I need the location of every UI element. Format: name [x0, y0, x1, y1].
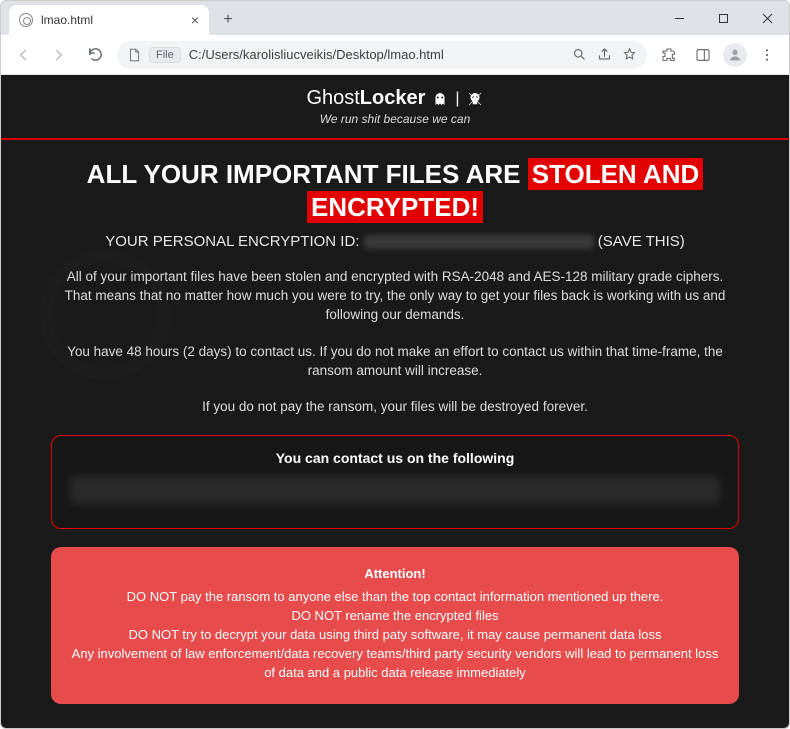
zoom-icon[interactable]: [572, 47, 587, 62]
brand-prefix: Ghost: [306, 87, 359, 109]
headline-highlight-2: ENCRYPTED!: [307, 191, 483, 223]
paragraph-3: If you do not pay the ransom, your files…: [61, 398, 729, 417]
headline-pre: ALL YOUR IMPORTANT FILES ARE: [87, 159, 528, 189]
attention-line-4: Any involvement of law enforcement/data …: [71, 645, 719, 683]
attention-box: Attention! DO NOT pay the ransom to anyo…: [51, 547, 739, 704]
contact-info-redacted: [70, 476, 720, 504]
contact-box: You can contact us on the following: [51, 435, 739, 529]
encryption-id-suffix: (SAVE THIS): [598, 233, 685, 250]
globe-icon: [19, 13, 33, 27]
red-divider: [1, 138, 789, 140]
toolbar-right-icons: [655, 41, 781, 69]
skull-icon: [466, 90, 484, 108]
file-icon: [127, 48, 141, 62]
brand-suffix: Locker: [360, 87, 426, 109]
nav-back-button[interactable]: [9, 41, 37, 69]
paragraph-2: You have 48 hours (2 days) to contact us…: [61, 343, 729, 381]
nav-reload-button[interactable]: [81, 41, 109, 69]
address-bar[interactable]: File C:/Users/karolisliucveikis/Desktop/…: [117, 41, 647, 69]
contact-title: You can contact us on the following: [70, 450, 720, 466]
encryption-id-row: YOUR PERSONAL ENCRYPTION ID: (SAVE THIS): [1, 233, 789, 250]
sidepanel-icon[interactable]: [689, 41, 717, 69]
page-content: GhostLocker | We run shit because we can…: [1, 75, 789, 728]
nav-forward-button[interactable]: [45, 41, 73, 69]
bookmark-star-icon[interactable]: [622, 47, 637, 62]
headline-highlight-1: STOLEN AND: [528, 158, 704, 190]
url-text: C:/Users/karolisliucveikis/Desktop/lmao.…: [189, 47, 564, 62]
new-tab-button[interactable]: +: [215, 7, 241, 33]
browser-window: lmao.html × + File C:/Us: [0, 0, 790, 729]
toolbar: File C:/Users/karolisliucveikis/Desktop/…: [1, 35, 789, 75]
tab-title: lmao.html: [41, 13, 93, 27]
window-maximize-button[interactable]: [701, 1, 745, 35]
tagline: We run shit because we can: [1, 112, 789, 126]
brand-text: GhostLocker: [306, 87, 425, 110]
attention-line-2: DO NOT rename the encrypted files: [71, 607, 719, 626]
file-chip: File: [149, 47, 181, 63]
encryption-id-value-redacted: [364, 235, 594, 249]
attention-title: Attention!: [71, 565, 719, 584]
window-close-button[interactable]: [745, 1, 789, 35]
browser-tab[interactable]: lmao.html ×: [9, 5, 209, 35]
window-controls: [657, 1, 789, 35]
encryption-id-label: YOUR PERSONAL ENCRYPTION ID:: [105, 233, 359, 250]
profile-avatar-icon[interactable]: [723, 43, 747, 67]
share-icon[interactable]: [597, 47, 612, 62]
titlebar: lmao.html × +: [1, 1, 789, 35]
divider-icon: |: [455, 90, 459, 108]
window-minimize-button[interactable]: [657, 1, 701, 35]
extensions-icon[interactable]: [655, 41, 683, 69]
headline: ALL YOUR IMPORTANT FILES ARE STOLEN AND …: [1, 158, 789, 223]
attention-line-3: DO NOT try to decrypt your data using th…: [71, 626, 719, 645]
close-tab-icon[interactable]: ×: [191, 12, 199, 28]
attention-line-1: DO NOT pay the ransom to anyone else tha…: [71, 588, 719, 607]
ghost-icon: [431, 90, 449, 108]
paragraph-1: All of your important files have been st…: [61, 268, 729, 325]
brand-row: GhostLocker |: [1, 87, 789, 110]
menu-dots-icon[interactable]: [753, 41, 781, 69]
